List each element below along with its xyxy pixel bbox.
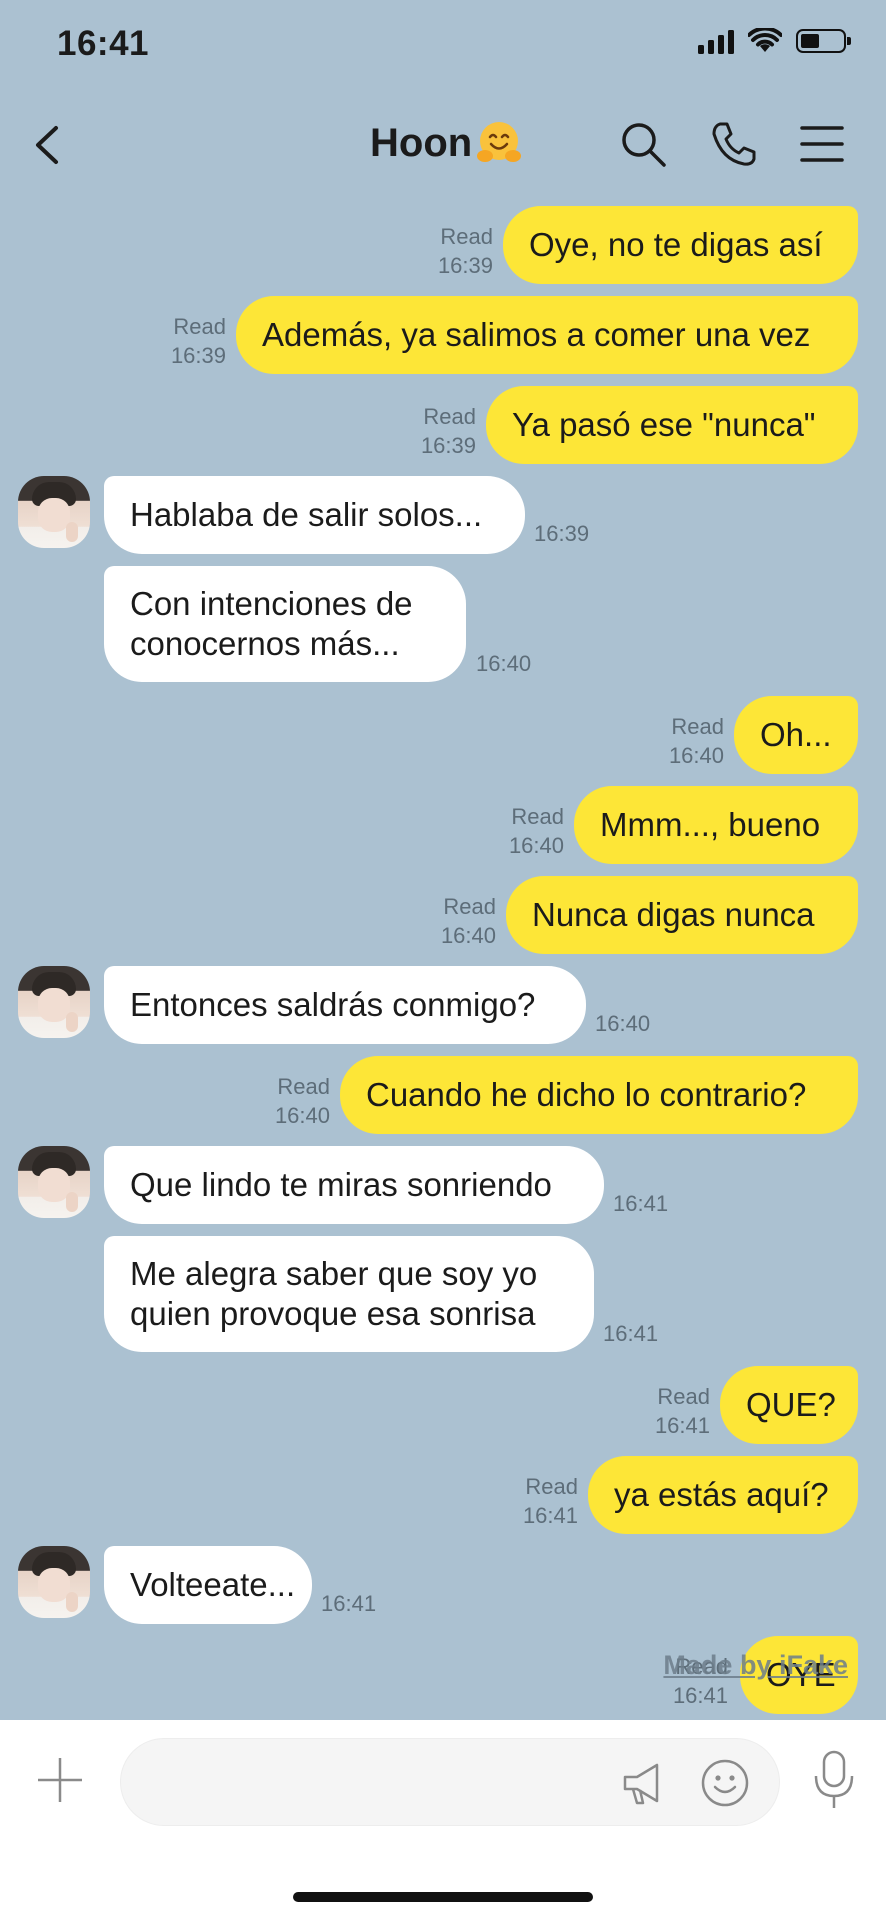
message-input[interactable] (120, 1738, 780, 1826)
message-bubble-incoming[interactable]: Volteeate... (104, 1546, 312, 1624)
read-receipt: Read (440, 224, 493, 249)
read-receipt: Read (671, 714, 724, 739)
message-time: 16:41 (672, 1683, 728, 1708)
message-time: 16:40 (668, 743, 724, 768)
message-time: 16:40 (508, 833, 564, 858)
message-time: 16:41 (654, 1413, 710, 1438)
message-meta: Read 16:39 (171, 312, 226, 370)
message-text: Oye, no te digas así (529, 226, 823, 263)
message-bubble-outgoing[interactable]: QUE? (720, 1366, 858, 1444)
read-receipt: Read (657, 1384, 710, 1409)
message-bubble-outgoing[interactable]: Cuando he dicho lo contrario? (340, 1056, 858, 1134)
chat-header: Hoon (0, 100, 886, 190)
plus-icon[interactable] (34, 1754, 86, 1806)
message-bubble-incoming[interactable]: Con intenciones de conocernos más... (104, 566, 466, 682)
read-receipt: Read (173, 314, 226, 339)
message-bubble-outgoing[interactable]: Nunca digas nunca (506, 876, 858, 954)
message-text: Cuando he dicho lo contrario? (366, 1076, 807, 1113)
wifi-icon (748, 28, 782, 52)
message-meta: Read 16:40 (275, 1072, 330, 1130)
message-time: 16:40 (476, 651, 532, 676)
message-text: Además, ya salimos a comer una vez (262, 316, 811, 353)
message-bubble-outgoing[interactable]: Oye, no te digas así (503, 206, 858, 284)
message-text: Que lindo te miras sonriendo (130, 1166, 552, 1203)
contact-avatar[interactable] (18, 1546, 90, 1618)
status-bar: 16:41 (0, 0, 886, 95)
message-time: 16:41 (603, 1321, 659, 1346)
message-text: Nunca digas nunca (532, 896, 815, 933)
microphone-icon[interactable] (808, 1748, 860, 1812)
message-text: Ya pasó ese "nunca" (512, 406, 816, 443)
watermark: Made by iFake (663, 1650, 848, 1680)
message-time: 16:41 (321, 1591, 377, 1616)
read-receipt: Read (525, 1474, 578, 1499)
message-bubble-incoming[interactable]: Hablaba de salir solos... (104, 476, 525, 554)
message-time: 16:41 (522, 1503, 578, 1528)
hugging-face-emoji (476, 120, 522, 166)
menu-icon[interactable] (796, 118, 848, 170)
chat-title[interactable]: Hoon (370, 120, 522, 166)
contact-name: Hoon (370, 120, 473, 165)
back-arrow-icon[interactable] (28, 116, 68, 174)
message-text: Volteeate... (130, 1566, 296, 1603)
message-text: Mmm..., bueno (600, 806, 821, 843)
message-bubble-incoming[interactable]: Que lindo te miras sonriendo (104, 1146, 604, 1224)
home-indicator (293, 1892, 593, 1902)
message-bubble-outgoing[interactable]: Oh... (734, 696, 858, 774)
message-text: Oh... (760, 716, 832, 753)
contact-avatar[interactable] (18, 966, 90, 1038)
message-meta: Read 16:39 (438, 222, 493, 280)
message-time: 16:40 (440, 923, 496, 948)
message-text: QUE? (746, 1386, 836, 1423)
phone-icon[interactable] (708, 118, 760, 170)
read-receipt: Read (423, 404, 476, 429)
signal-icon (698, 28, 734, 54)
message-bubble-outgoing[interactable]: Mmm..., bueno (574, 786, 858, 864)
message-meta: Read 16:40 (669, 712, 724, 770)
message-bubble-incoming[interactable]: Entonces saldrás conmigo? (104, 966, 586, 1044)
emoji-icon[interactable] (699, 1757, 751, 1809)
read-receipt: Read (511, 804, 564, 829)
message-text-line: conocernos más... (130, 625, 400, 662)
message-text-line: Con intenciones de (130, 585, 413, 622)
message-meta: Read 16:39 (421, 402, 476, 460)
status-icons (698, 28, 851, 54)
message-time: 16:40 (595, 1011, 651, 1036)
message-time: 16:39 (534, 521, 590, 546)
read-receipt: Read (277, 1074, 330, 1099)
read-receipt: Read (443, 894, 496, 919)
message-meta: Read 16:40 (441, 892, 496, 950)
message-text: ya estás aquí? (614, 1476, 829, 1513)
battery-icon (796, 29, 851, 53)
message-text: Hablaba de salir solos... (130, 496, 483, 533)
message-meta: Read 16:41 (655, 1382, 710, 1440)
message-time: 16:39 (170, 343, 226, 368)
message-meta: Read 16:41 (523, 1472, 578, 1530)
message-time: 16:41 (613, 1191, 669, 1216)
message-bubble-incoming[interactable]: Me alegra saber que soy yo quien provoqu… (104, 1236, 594, 1352)
status-time: 16:41 (57, 24, 150, 63)
message-text-line: Me alegra saber que soy yo (130, 1255, 538, 1292)
message-bubble-outgoing[interactable]: Ya pasó ese "nunca" (486, 386, 858, 464)
contact-avatar[interactable] (18, 1146, 90, 1218)
contact-avatar[interactable] (18, 476, 90, 548)
input-bar (0, 1720, 886, 1920)
message-meta: Read 16:40 (509, 802, 564, 860)
message-time: 16:39 (437, 253, 493, 278)
message-time: 16:39 (420, 433, 476, 458)
search-icon[interactable] (617, 118, 669, 170)
message-text-line: quien provoque esa sonrisa (130, 1295, 536, 1332)
message-bubble-outgoing[interactable]: Además, ya salimos a comer una vez (236, 296, 858, 374)
message-text: Entonces saldrás conmigo? (130, 986, 536, 1023)
message-time: 16:40 (274, 1103, 330, 1128)
megaphone-icon[interactable] (619, 1757, 671, 1809)
message-bubble-outgoing[interactable]: ya estás aquí? (588, 1456, 858, 1534)
